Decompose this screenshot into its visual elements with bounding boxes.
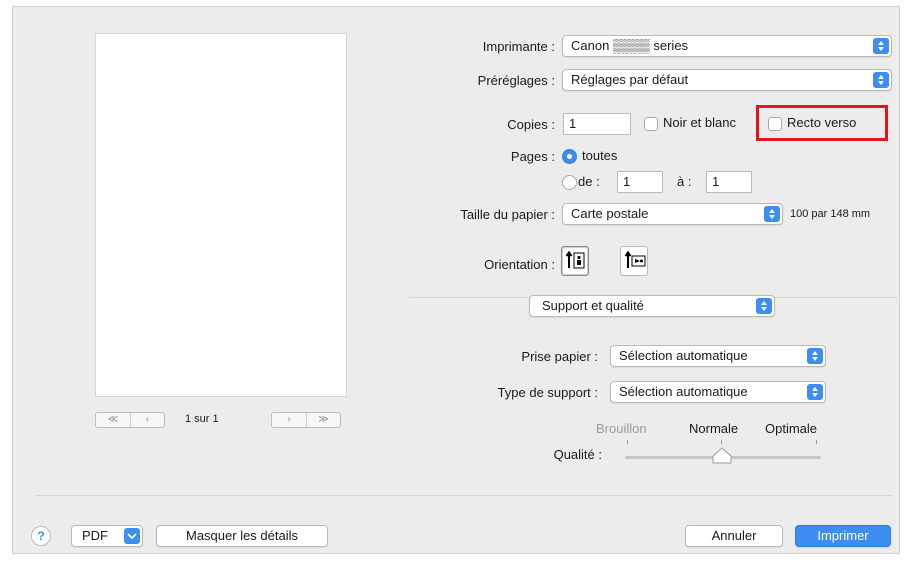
popup-arrows-icon	[873, 38, 889, 54]
pages-to-field[interactable]: 1	[706, 171, 752, 193]
presets-label: Préréglages :	[477, 73, 555, 88]
pdf-button[interactable]: PDF	[71, 525, 143, 547]
printer-value: Canon ▒▒▒▒ series	[571, 38, 689, 53]
presets-popup[interactable]: Réglages par défaut	[562, 69, 892, 91]
section-popup[interactable]: Support et qualité	[529, 295, 775, 317]
popup-arrows-icon	[756, 298, 772, 314]
preview-nav-back[interactable]: ≪ ‹	[95, 412, 165, 428]
pages-from-field[interactable]: 1	[617, 171, 663, 193]
orientation-landscape-button[interactable]	[620, 246, 648, 276]
quality-label: Qualité :	[553, 447, 602, 462]
paper-feed-popup[interactable]: Sélection automatique	[610, 345, 826, 367]
help-button[interactable]: ?	[31, 526, 51, 546]
orientation-label: Orientation :	[484, 257, 555, 272]
duplex-checkbox[interactable]	[768, 117, 782, 131]
black-white-checkbox[interactable]	[644, 117, 658, 131]
pages-all-label: toutes	[582, 148, 618, 163]
pages-range-radio[interactable]	[562, 175, 577, 190]
preview-nav-forward[interactable]: › ≫	[271, 412, 341, 428]
popup-arrows-icon	[807, 348, 823, 364]
page-preview	[95, 33, 347, 397]
black-white-label: Noir et blanc	[663, 115, 736, 130]
page-indicator: 1 sur 1	[185, 413, 219, 425]
last-page-icon[interactable]: ≫	[306, 413, 340, 427]
paper-dimensions: 100 par 148 mm	[790, 208, 871, 220]
cancel-button[interactable]: Annuler	[685, 525, 783, 547]
pages-label: Pages :	[510, 149, 555, 164]
quality-slider-thumb[interactable]	[711, 447, 733, 465]
paper-size-label: Taille du papier :	[460, 207, 555, 222]
paper-size-value: Carte postale	[571, 206, 649, 221]
footer-divider	[35, 495, 893, 496]
next-page-icon[interactable]: ›	[272, 413, 306, 427]
printer-label: Imprimante :	[482, 39, 555, 54]
popup-arrows-icon	[764, 206, 780, 222]
previous-page-icon[interactable]: ‹	[130, 413, 164, 427]
media-type-value: Sélection automatique	[619, 384, 748, 399]
chevron-down-icon	[124, 528, 140, 544]
quality-tick-best	[816, 440, 817, 444]
paper-size-popup[interactable]: Carte postale	[562, 203, 783, 225]
quality-draft-label: Brouillon	[596, 421, 647, 436]
landscape-icon	[624, 250, 646, 268]
presets-value: Réglages par défaut	[571, 72, 689, 87]
copies-label: Copies :	[507, 117, 555, 132]
copies-field[interactable]: 1	[563, 113, 631, 135]
quality-best-label: Optimale	[765, 421, 818, 436]
paper-feed-value: Sélection automatique	[619, 348, 748, 363]
media-type-popup[interactable]: Sélection automatique	[610, 381, 826, 403]
pdf-label: PDF	[82, 528, 108, 543]
print-dialog: ≪ ‹ 1 sur 1 › ≫ Imprimante : Canon ▒▒▒▒ se…	[12, 6, 900, 554]
orientation-portrait-button[interactable]	[561, 246, 589, 276]
paper-feed-label: Prise papier :	[521, 349, 598, 364]
pages-all-radio[interactable]	[562, 149, 577, 164]
first-page-icon[interactable]: ≪	[96, 413, 130, 427]
section-value: Support et qualité	[542, 298, 644, 313]
print-button[interactable]: Imprimer	[795, 525, 891, 547]
popup-arrows-icon	[807, 384, 823, 400]
quality-normal-label: Normale	[689, 421, 739, 436]
duplex-label: Recto verso	[787, 115, 857, 130]
media-type-label: Type de support :	[497, 385, 598, 400]
portrait-icon	[565, 250, 585, 269]
popup-arrows-icon	[873, 72, 889, 88]
quality-tick-draft	[627, 440, 628, 444]
pages-from-label: de :	[578, 174, 600, 189]
quality-tick-normal	[721, 440, 722, 444]
printer-popup[interactable]: Canon ▒▒▒▒ series	[562, 35, 892, 57]
hide-details-button[interactable]: Masquer les détails	[156, 525, 328, 547]
pages-to-label: à :	[677, 174, 692, 189]
